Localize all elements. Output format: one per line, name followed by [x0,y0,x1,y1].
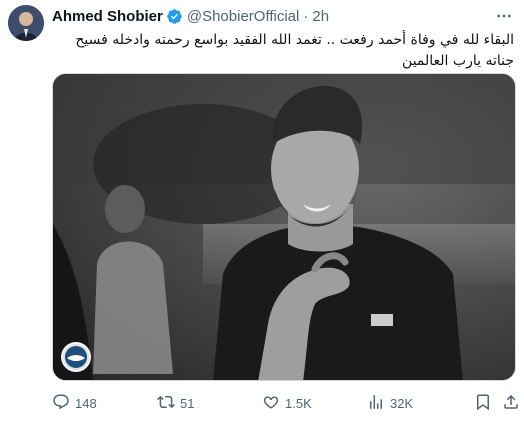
action-bar: 148 51 1.5K 32K [52,392,518,414]
post-photo[interactable] [52,73,516,381]
reply-button[interactable]: 148 [52,393,97,414]
more-dots-icon[interactable] [494,6,514,26]
heart-icon [262,393,280,414]
like-button[interactable]: 1.5K [262,393,312,414]
views-count: 32K [390,395,414,411]
header-separator: · [303,7,309,25]
share-icon [502,393,520,414]
channel-watermark-logo [61,342,91,372]
repost-icon [157,393,175,414]
author-avatar[interactable] [8,5,44,41]
share-button[interactable] [502,393,520,414]
like-count: 1.5K [285,395,312,411]
post-timestamp[interactable]: 2h [312,8,329,25]
views-button[interactable]: 32K [367,393,413,414]
post-header: Ahmed Shobier @ShobierOfficial · 2h [52,6,329,26]
repost-button[interactable]: 51 [157,393,194,414]
verified-badge-icon [166,8,183,25]
repost-count: 51 [180,395,195,411]
post-text: البقاء لله في وفاة أحمد رفعت .. تغمد الل… [75,32,514,69]
bookmark-icon [474,393,492,414]
reply-icon [52,393,70,414]
views-icon [367,393,385,414]
bookmark-button[interactable] [474,393,492,414]
reply-count: 148 [75,395,97,411]
author-handle[interactable]: @ShobierOfficial [187,8,300,25]
author-name[interactable]: Ahmed Shobier [52,8,163,25]
